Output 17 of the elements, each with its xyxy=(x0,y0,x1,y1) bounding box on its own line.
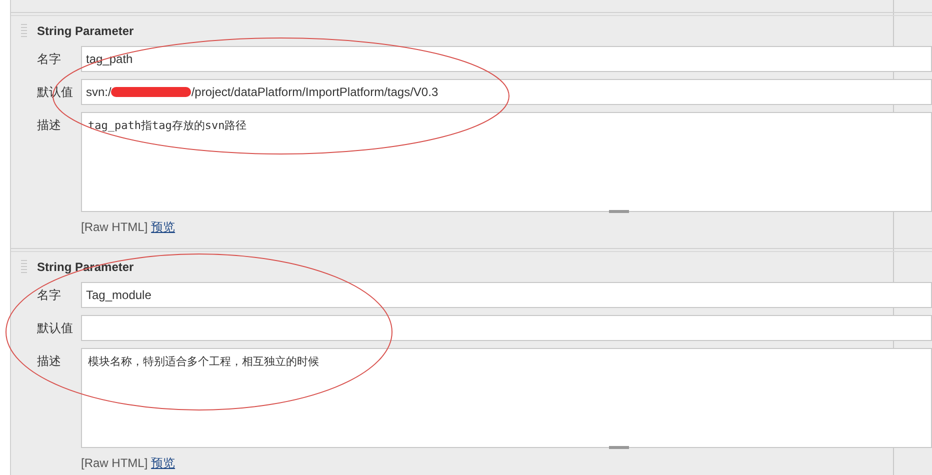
input-field[interactable] xyxy=(81,315,932,341)
field-label: 描述 xyxy=(36,117,62,134)
text-area[interactable]: 模块名称，特别适合多个工程，相互独立的时候 xyxy=(81,348,932,448)
field-label: 描述 xyxy=(36,353,62,370)
section-title: String Parameter xyxy=(37,24,134,38)
resize-handle-icon[interactable] xyxy=(609,210,629,213)
input-field[interactable]: Tag_module xyxy=(81,282,932,308)
resize-handle-icon[interactable] xyxy=(609,446,629,449)
preview-link[interactable]: 预览 xyxy=(151,220,176,234)
preview-link[interactable]: 预览 xyxy=(151,456,176,470)
field-label: 名字 xyxy=(36,51,62,68)
format-label: [Raw HTML] xyxy=(81,220,148,234)
text-area[interactable]: tag_path指tag存放的svn路径 xyxy=(81,112,932,212)
input-field[interactable]: svn:/ /project/dataPlatform/ImportPlatform/tags/V0.3 xyxy=(81,79,932,105)
format-label: [Raw HTML] xyxy=(81,456,148,470)
field-label: 名字 xyxy=(36,287,62,304)
field-label: 默认值 xyxy=(36,320,74,337)
